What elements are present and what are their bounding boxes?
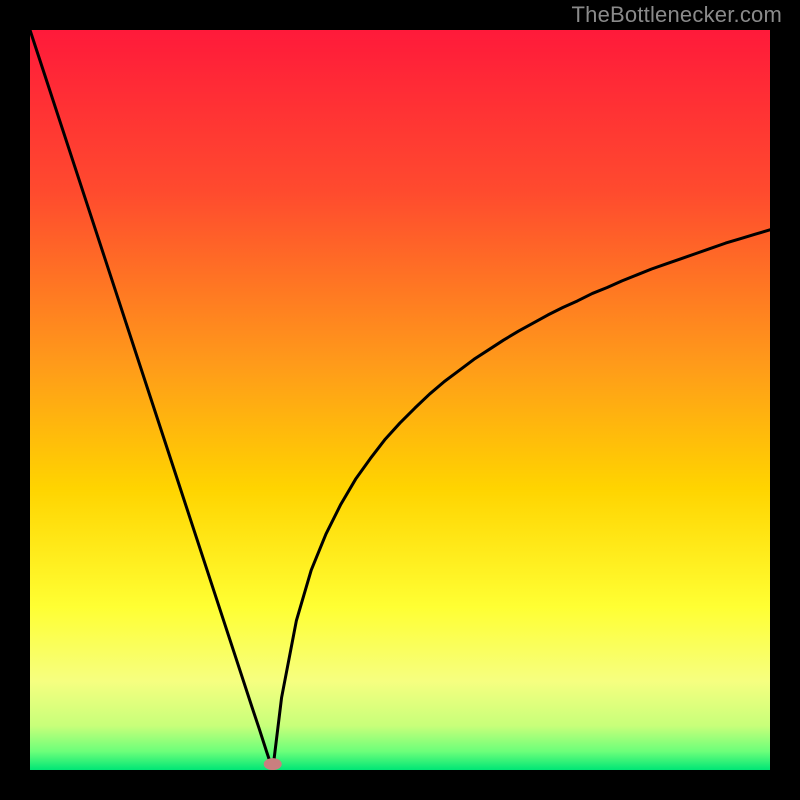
gradient-background xyxy=(30,30,770,770)
watermark-label: TheBottlenecker.com xyxy=(572,2,782,28)
bottleneck-curve-svg xyxy=(30,30,770,770)
chart-container: TheBottlenecker.com xyxy=(0,0,800,800)
minimum-marker xyxy=(264,758,282,770)
plot-area xyxy=(30,30,770,770)
